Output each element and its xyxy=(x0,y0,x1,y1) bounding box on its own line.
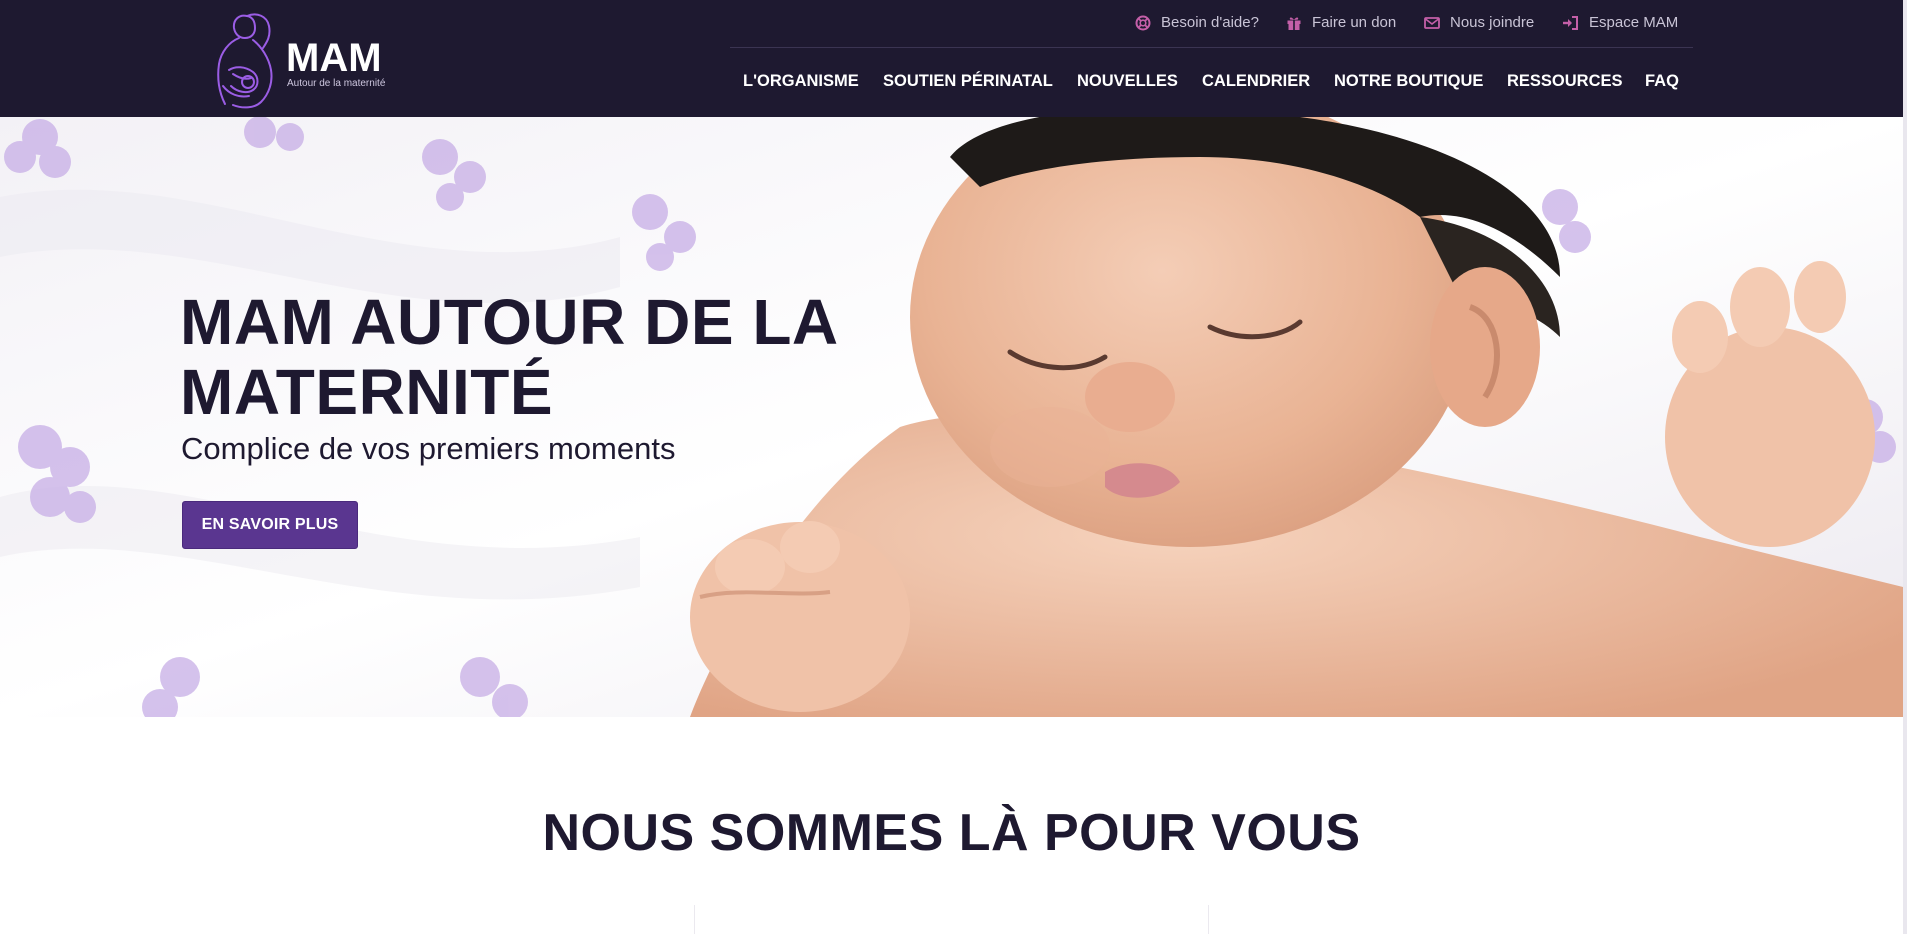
nav-item-nouvelles[interactable]: NOUVELLES xyxy=(1077,70,1178,92)
nav-item-ressources[interactable]: RESSOURCES xyxy=(1507,70,1623,92)
section-title: NOUS SOMMES LÀ POUR VOUS xyxy=(542,804,1361,862)
hero-subtitle: Complice de vos premiers moments xyxy=(181,431,676,466)
nav-divider xyxy=(730,47,1693,48)
utility-link-donate[interactable]: Faire un don xyxy=(1285,12,1396,34)
site-header: MAM Autour de la maternité Besoin d'aide… xyxy=(0,0,1907,117)
lifebuoy-icon xyxy=(1134,15,1151,32)
nav-item-organisme[interactable]: L'ORGANISME xyxy=(743,70,859,92)
utility-link-label: Faire un don xyxy=(1312,14,1397,31)
logo-tagline: Autour de la maternité xyxy=(287,78,386,89)
utility-link-help[interactable]: Besoin d'aide? xyxy=(1134,12,1259,34)
column-divider xyxy=(1208,905,1209,934)
utility-link-contact[interactable]: Nous joindre xyxy=(1423,12,1534,34)
utility-link-label: Besoin d'aide? xyxy=(1161,14,1259,31)
hero-title: MAM AUTOUR DE LA MATERNITÉ xyxy=(180,286,837,428)
logo-wordmark: MAM xyxy=(286,36,382,80)
gift-icon xyxy=(1285,15,1302,32)
column-divider xyxy=(694,905,695,934)
mother-baby-logo-icon xyxy=(217,13,273,109)
utility-link-label: Nous joindre xyxy=(1450,14,1535,31)
nav-item-calendrier[interactable]: CALENDRIER xyxy=(1202,70,1310,92)
utility-link-member-area[interactable]: Espace MAM xyxy=(1562,12,1678,34)
site-logo[interactable]: MAM Autour de la maternité xyxy=(203,8,393,110)
nav-item-faq[interactable]: FAQ xyxy=(1645,70,1679,92)
nav-item-boutique[interactable]: NOTRE BOUTIQUE xyxy=(1334,70,1483,92)
sign-in-icon xyxy=(1562,15,1579,32)
hero-banner: MAM AUTOUR DE LA MATERNITÉ Complice de v… xyxy=(0,117,1903,717)
learn-more-button[interactable]: EN SAVOIR PLUS xyxy=(182,501,358,549)
utility-link-label: Espace MAM xyxy=(1589,14,1679,31)
envelope-icon xyxy=(1423,15,1440,32)
page-scrollbar[interactable] xyxy=(1903,0,1907,934)
nav-item-soutien-perinatal[interactable]: SOUTIEN PÉRINATAL xyxy=(883,70,1053,92)
